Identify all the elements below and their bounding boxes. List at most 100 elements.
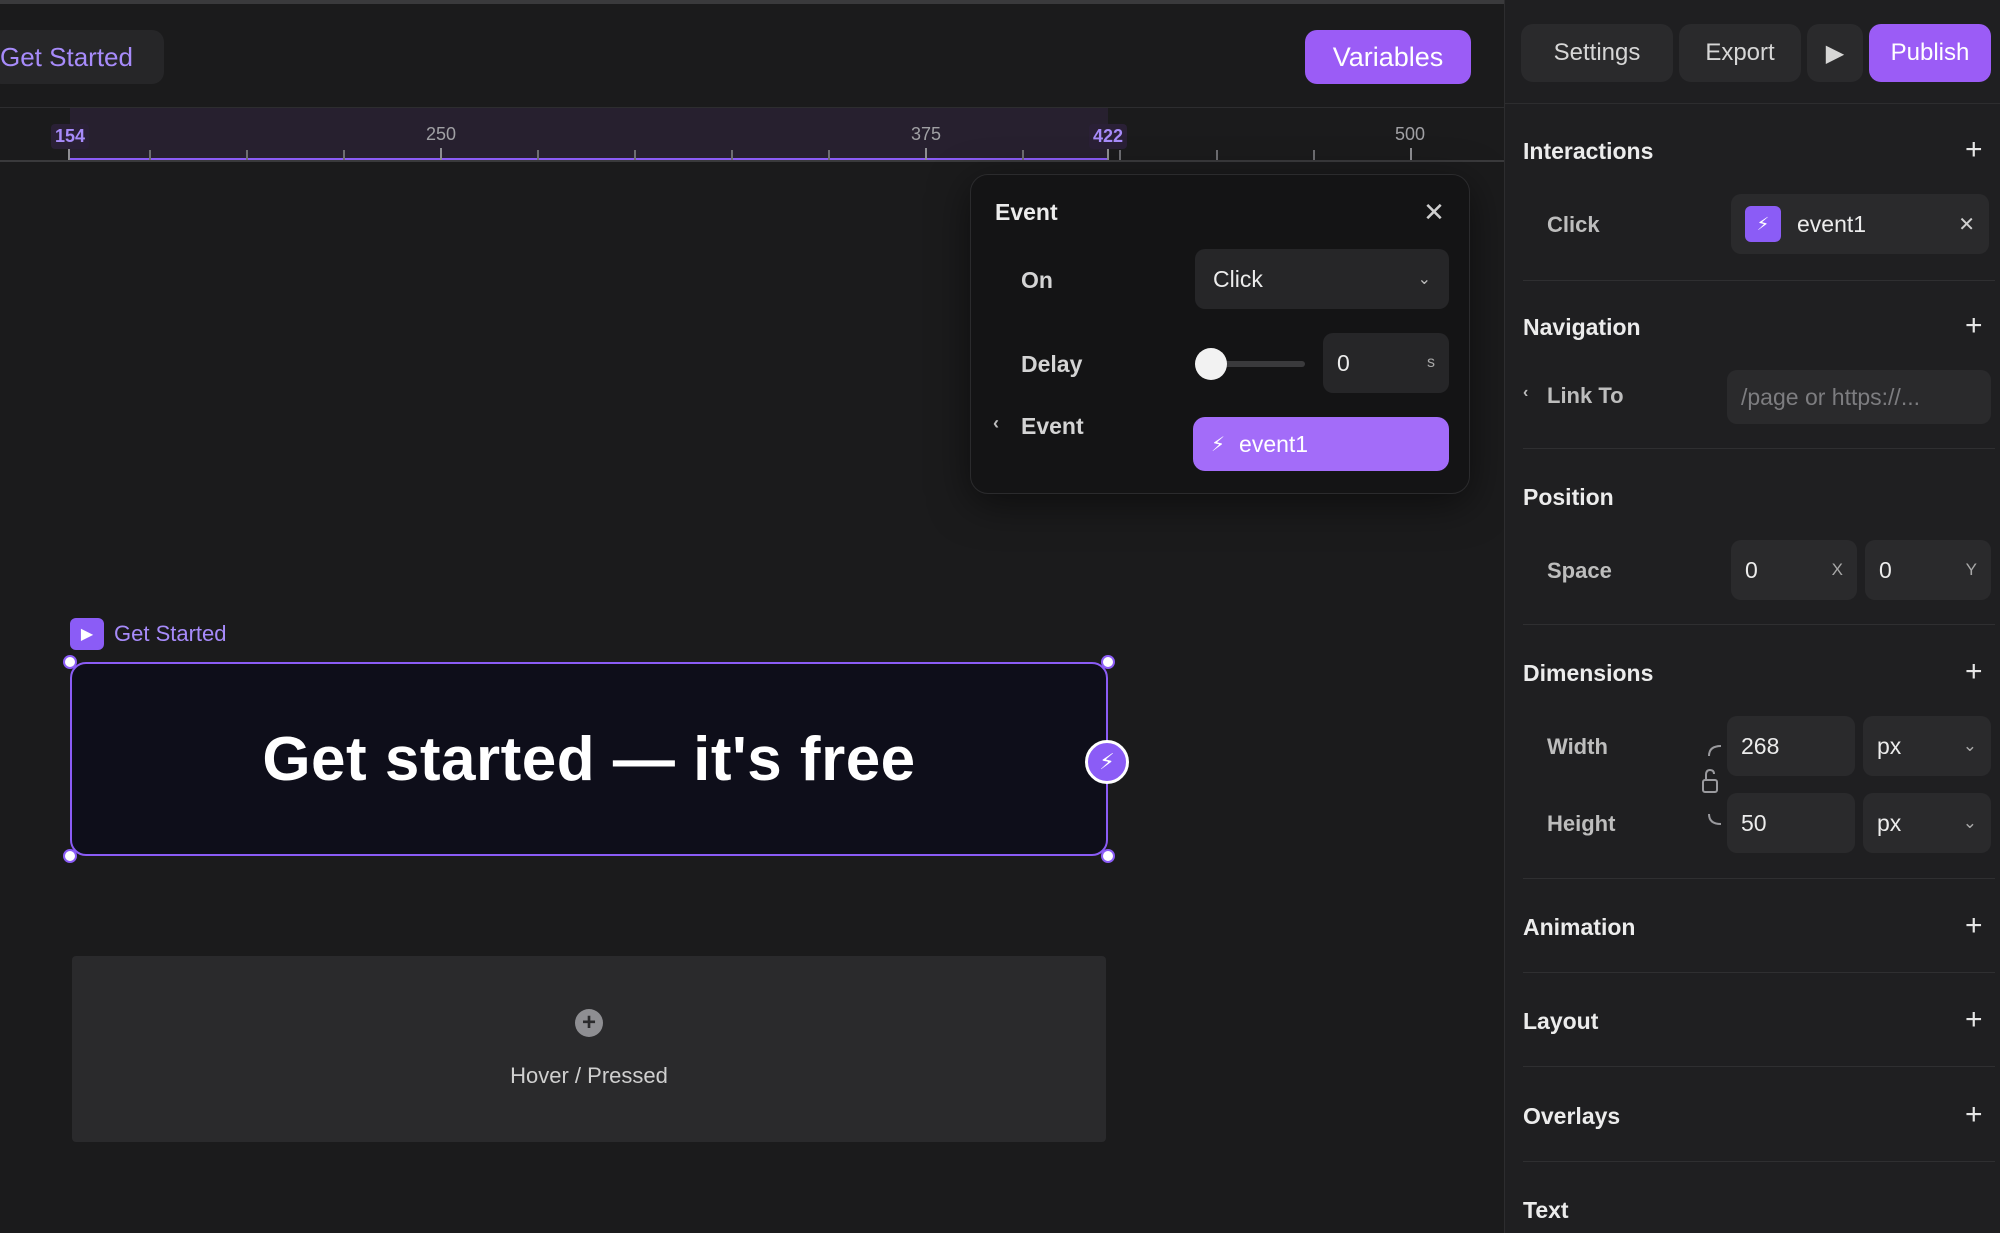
remove-icon[interactable]: ✕ — [1958, 212, 1975, 237]
ruler-tick — [634, 150, 636, 160]
space-label: Space — [1547, 558, 1612, 583]
link-to-label: Link To — [1547, 383, 1624, 408]
preview-play-icon[interactable]: ▶ — [1807, 24, 1863, 82]
delay-label: Delay — [1021, 351, 1083, 377]
position-y-value: 0 — [1879, 556, 1892, 583]
height-label: Height — [1547, 811, 1616, 836]
ruler-tick — [440, 148, 442, 160]
ruler-selected-range[interactable] — [70, 108, 1108, 160]
height-value: 50 — [1741, 809, 1767, 836]
inspector-toolbar: Settings Export ▶ Publish — [1505, 0, 2000, 104]
interaction-trigger-label: Click — [1547, 212, 1600, 237]
interaction-event-chip[interactable]: ⚡ event1 ✕ — [1731, 194, 1989, 254]
divider — [1523, 1066, 1995, 1067]
event-popover-title: Event — [995, 199, 1058, 225]
add-state-icon[interactable]: + — [575, 1009, 603, 1037]
divider — [1523, 624, 1995, 625]
width-unit-select[interactable]: px ⌄ — [1863, 716, 1991, 776]
ruler-tick — [1022, 150, 1024, 160]
aspect-lock-icon[interactable] — [1699, 742, 1729, 828]
delay-slider-handle[interactable] — [1195, 348, 1227, 380]
add-dimension-icon[interactable]: + — [1965, 657, 1983, 687]
hover-pressed-label: Hover / Pressed — [510, 1063, 668, 1088]
canvas[interactable]: Get Started Variables 154 250 375 422 50… — [0, 0, 1504, 1233]
event-popover: Event ✕ On Click ⌄ Delay 0 s ‹ Event ⚡ e… — [970, 174, 1470, 494]
chevron-left-icon[interactable]: ‹ — [993, 413, 999, 434]
hover-pressed-state-slot[interactable]: + Hover / Pressed — [72, 956, 1106, 1142]
ruler-label: 375 — [910, 124, 942, 144]
add-animation-icon[interactable]: + — [1965, 911, 1983, 941]
breadcrumb-get-started[interactable]: Get Started — [0, 30, 164, 84]
selected-component[interactable]: Get started — it's free — [70, 662, 1108, 856]
layout-section-title[interactable]: Layout — [1523, 1008, 1598, 1035]
variables-button[interactable]: Variables — [1305, 30, 1471, 84]
interaction-bolt-icon[interactable]: ⚡ — [1085, 740, 1129, 784]
event-label: Event — [1021, 413, 1084, 439]
add-navigation-icon[interactable]: + — [1965, 311, 1983, 341]
dimensions-section-title: Dimensions — [1523, 660, 1654, 686]
on-label: On — [1021, 267, 1053, 293]
add-interaction-icon[interactable]: + — [1965, 135, 1983, 165]
resize-handle-top-right[interactable] — [1101, 655, 1115, 669]
lightning-icon: ⚡ — [1745, 206, 1781, 242]
component-cta-text: Get started — it's free — [262, 724, 916, 794]
ruler-tick — [149, 150, 151, 160]
text-section-title[interactable]: Text — [1523, 1197, 1569, 1224]
height-unit-select[interactable]: px ⌄ — [1863, 793, 1991, 853]
ruler-label-end: 422 — [1088, 124, 1128, 149]
divider — [1523, 878, 1995, 879]
delay-input[interactable]: 0 s — [1323, 333, 1449, 393]
ruler-tick — [1410, 148, 1412, 160]
ruler-tick — [343, 150, 345, 160]
height-unit: px — [1877, 809, 1902, 836]
on-trigger-value: Click — [1213, 265, 1263, 292]
add-overlay-icon[interactable]: + — [1965, 1100, 1983, 1130]
event-select-button[interactable]: ⚡ event1 — [1193, 417, 1449, 471]
ruler-label-start: 154 — [50, 124, 90, 149]
chevron-down-icon: ⌄ — [1417, 271, 1431, 288]
link-to-input[interactable]: /page or https://... — [1727, 370, 1991, 424]
navigation-section-title: Navigation — [1523, 314, 1641, 340]
close-icon[interactable]: ✕ — [1419, 197, 1449, 227]
position-x-input[interactable]: 0 X — [1731, 540, 1857, 600]
ruler-tick — [925, 148, 927, 160]
resize-handle-top-left[interactable] — [63, 655, 77, 669]
timeline-ruler[interactable]: 154 250 375 422 500 — [0, 108, 1504, 162]
component-tag[interactable]: ▶ Get Started — [70, 618, 227, 650]
animation-section-title[interactable]: Animation — [1523, 914, 1635, 941]
export-button[interactable]: Export — [1679, 24, 1801, 82]
width-input[interactable]: 268 — [1727, 716, 1855, 776]
ruler-label: 500 — [1394, 124, 1426, 144]
ruler-tick — [731, 150, 733, 160]
ruler-tick — [68, 148, 70, 160]
component-name: Get Started — [114, 621, 227, 646]
resize-handle-bottom-right[interactable] — [1101, 849, 1115, 863]
settings-button[interactable]: Settings — [1521, 24, 1673, 82]
ruler-label: 250 — [425, 124, 457, 144]
position-y-input[interactable]: 0 Y — [1865, 540, 1991, 600]
ruler-tick — [246, 150, 248, 160]
on-trigger-select[interactable]: Click ⌄ — [1195, 249, 1449, 309]
ruler-tick — [1216, 150, 1218, 160]
height-input[interactable]: 50 — [1727, 793, 1855, 853]
resize-handle-bottom-left[interactable] — [63, 849, 77, 863]
ruler-tick — [1313, 150, 1315, 160]
divider — [1523, 448, 1995, 449]
canvas-toolbar: Get Started Variables — [0, 4, 1504, 108]
event-name: event1 — [1239, 430, 1309, 457]
width-label: Width — [1547, 734, 1608, 759]
overlays-section-title[interactable]: Overlays — [1523, 1103, 1620, 1130]
chevron-down-icon: ⌄ — [1962, 813, 1977, 832]
ruler-tick — [1119, 150, 1121, 160]
delay-value: 0 — [1337, 349, 1350, 376]
chevron-left-icon[interactable]: ‹ — [1523, 384, 1528, 402]
position-section-title: Position — [1523, 484, 1614, 510]
divider — [1523, 972, 1995, 973]
interaction-event-name: event1 — [1797, 210, 1867, 237]
publish-button[interactable]: Publish — [1869, 24, 1991, 82]
x-axis-label: X — [1831, 560, 1843, 579]
width-unit: px — [1877, 732, 1902, 759]
divider — [1523, 1161, 1995, 1162]
add-layout-icon[interactable]: + — [1965, 1005, 1983, 1035]
position-x-value: 0 — [1745, 556, 1758, 583]
